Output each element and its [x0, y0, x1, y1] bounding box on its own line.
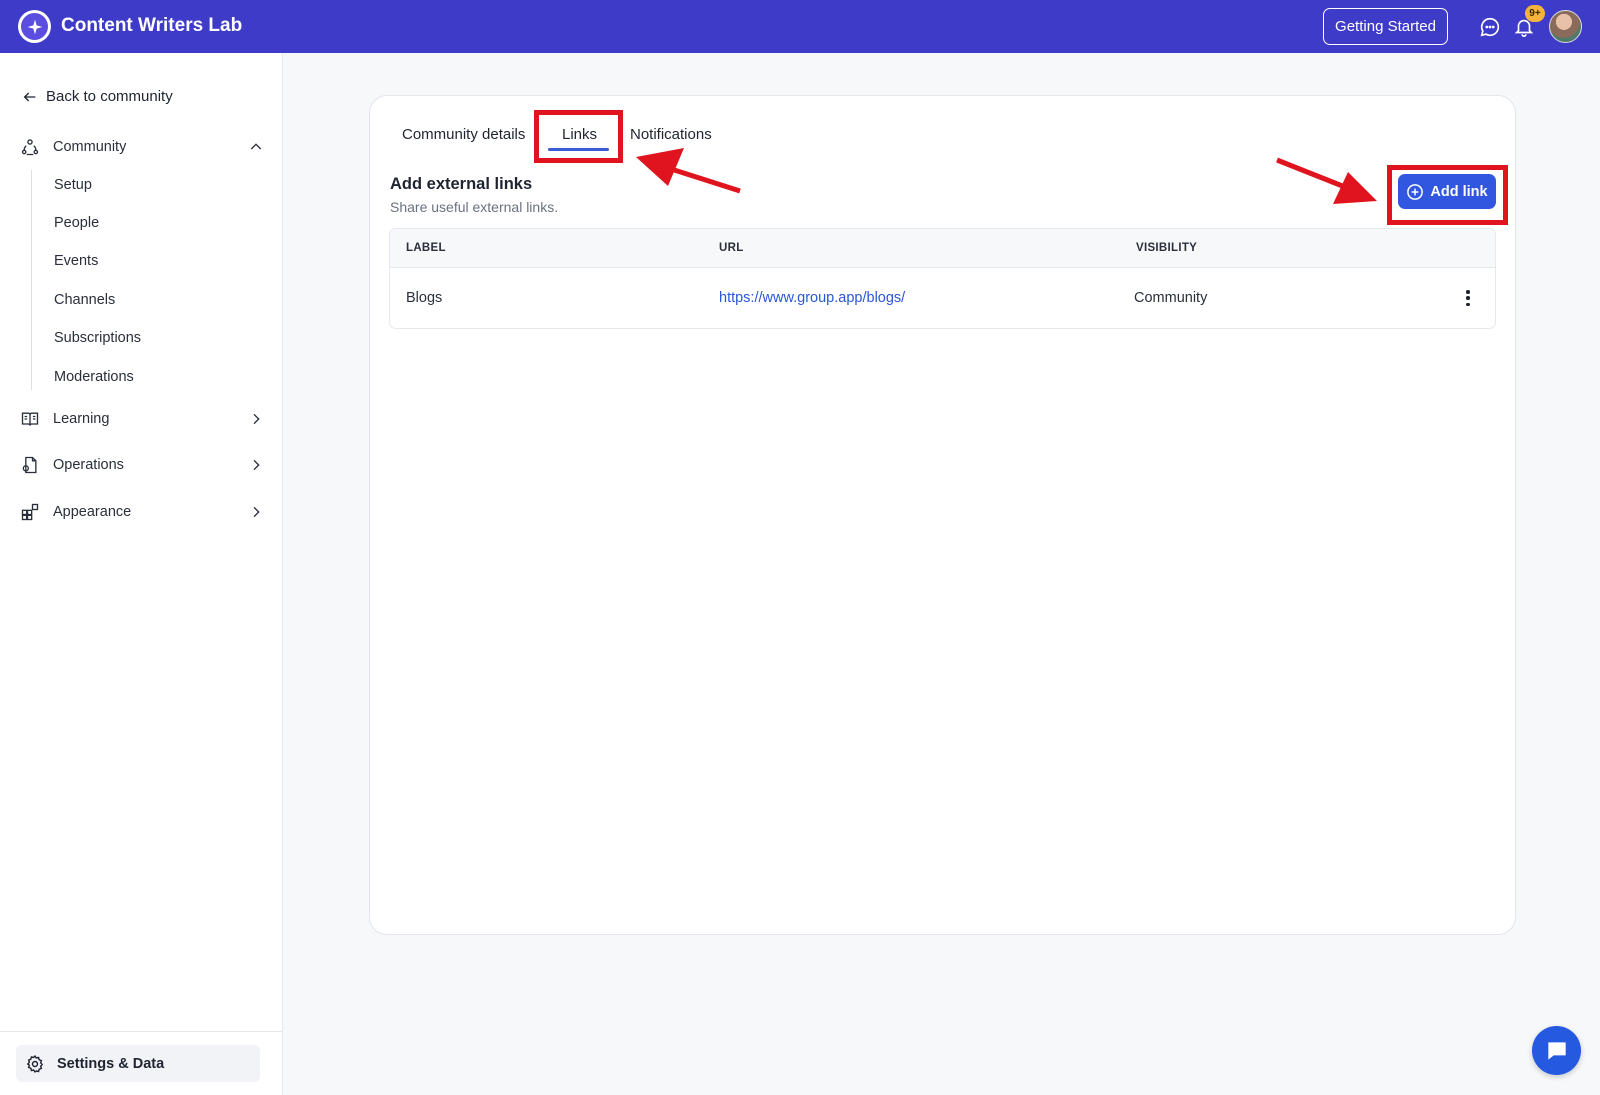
- column-header-url: URL: [719, 242, 744, 254]
- sidebar-divider: [0, 1031, 283, 1032]
- notification-badge: 9+: [1525, 5, 1545, 22]
- back-to-community-link[interactable]: Back to community: [22, 88, 173, 105]
- chevron-right-icon[interactable]: [248, 504, 264, 520]
- chevron-up-icon[interactable]: [248, 139, 264, 155]
- more-options-icon[interactable]: [1458, 287, 1478, 309]
- arrow-left-icon: [23, 92, 36, 101]
- back-label: Back to community: [46, 88, 173, 105]
- appearance-icon: [21, 503, 39, 521]
- column-header-label: LABEL: [406, 242, 446, 254]
- community-icon: [21, 139, 39, 156]
- sidebar-group-community[interactable]: Community: [20, 137, 264, 157]
- getting-started-button[interactable]: Getting Started: [1323, 8, 1448, 45]
- sidebar-group-operations[interactable]: Operations: [20, 455, 264, 475]
- sidebar-item-events[interactable]: Events: [54, 253, 98, 269]
- support-chat-button[interactable]: [1532, 1026, 1581, 1075]
- links-table: LABEL URL VISIBILITY Blogs https://www.g…: [389, 228, 1496, 329]
- sidebar-group-label: Operations: [53, 457, 124, 473]
- sidebar-group-label: Appearance: [53, 504, 132, 520]
- annotation-box-add-link: [1387, 165, 1508, 225]
- sidebar-group-learning[interactable]: Learning: [20, 409, 264, 429]
- table-header: LABEL URL VISIBILITY: [390, 229, 1495, 268]
- chevron-right-icon[interactable]: [248, 457, 264, 473]
- cell-label: Blogs: [406, 290, 443, 306]
- sidebar-group-appearance[interactable]: Appearance: [20, 502, 264, 522]
- tab-community-details[interactable]: Community details: [402, 126, 525, 143]
- app-title[interactable]: Content Writers Lab: [61, 15, 242, 37]
- links-card: Community details Links Notifications Ad…: [369, 95, 1516, 935]
- chat-bubble-icon[interactable]: [1478, 15, 1502, 39]
- sidebar-group-label: Community: [53, 139, 127, 155]
- operations-icon: [22, 456, 37, 474]
- sidebar-item-subscriptions[interactable]: Subscriptions: [54, 330, 141, 346]
- sidebar-item-channels[interactable]: Channels: [54, 292, 115, 308]
- tab-notifications[interactable]: Notifications: [630, 126, 712, 143]
- sidebar-item-moderations[interactable]: Moderations: [54, 369, 134, 385]
- gear-icon: [26, 1054, 44, 1073]
- sidebar-item-setup[interactable]: Setup: [54, 177, 92, 193]
- annotation-box-links-tab: [534, 110, 623, 163]
- sidebar-item-people[interactable]: People: [54, 215, 99, 231]
- section-title: Add external links: [390, 175, 533, 193]
- logo-star-icon[interactable]: [18, 10, 51, 43]
- cell-visibility: Community: [1134, 290, 1208, 306]
- book-icon: [21, 412, 39, 426]
- chevron-right-icon[interactable]: [248, 411, 264, 427]
- sidebar: Back to community Community Setup People…: [0, 53, 283, 1095]
- sidebar-group-label: Learning: [53, 411, 110, 427]
- section-subtitle: Share useful external links.: [390, 199, 559, 215]
- cell-url-link[interactable]: https://www.group.app/blogs/: [719, 290, 905, 306]
- top-bar: Content Writers Lab Getting Started 9+: [0, 0, 1600, 53]
- submenu-line: [31, 170, 32, 390]
- settings-label: Settings & Data: [57, 1055, 165, 1072]
- avatar[interactable]: [1549, 10, 1582, 43]
- chat-icon: [1547, 1041, 1566, 1060]
- settings-data-button[interactable]: Settings & Data: [16, 1045, 260, 1082]
- column-header-visibility: VISIBILITY: [1136, 242, 1198, 254]
